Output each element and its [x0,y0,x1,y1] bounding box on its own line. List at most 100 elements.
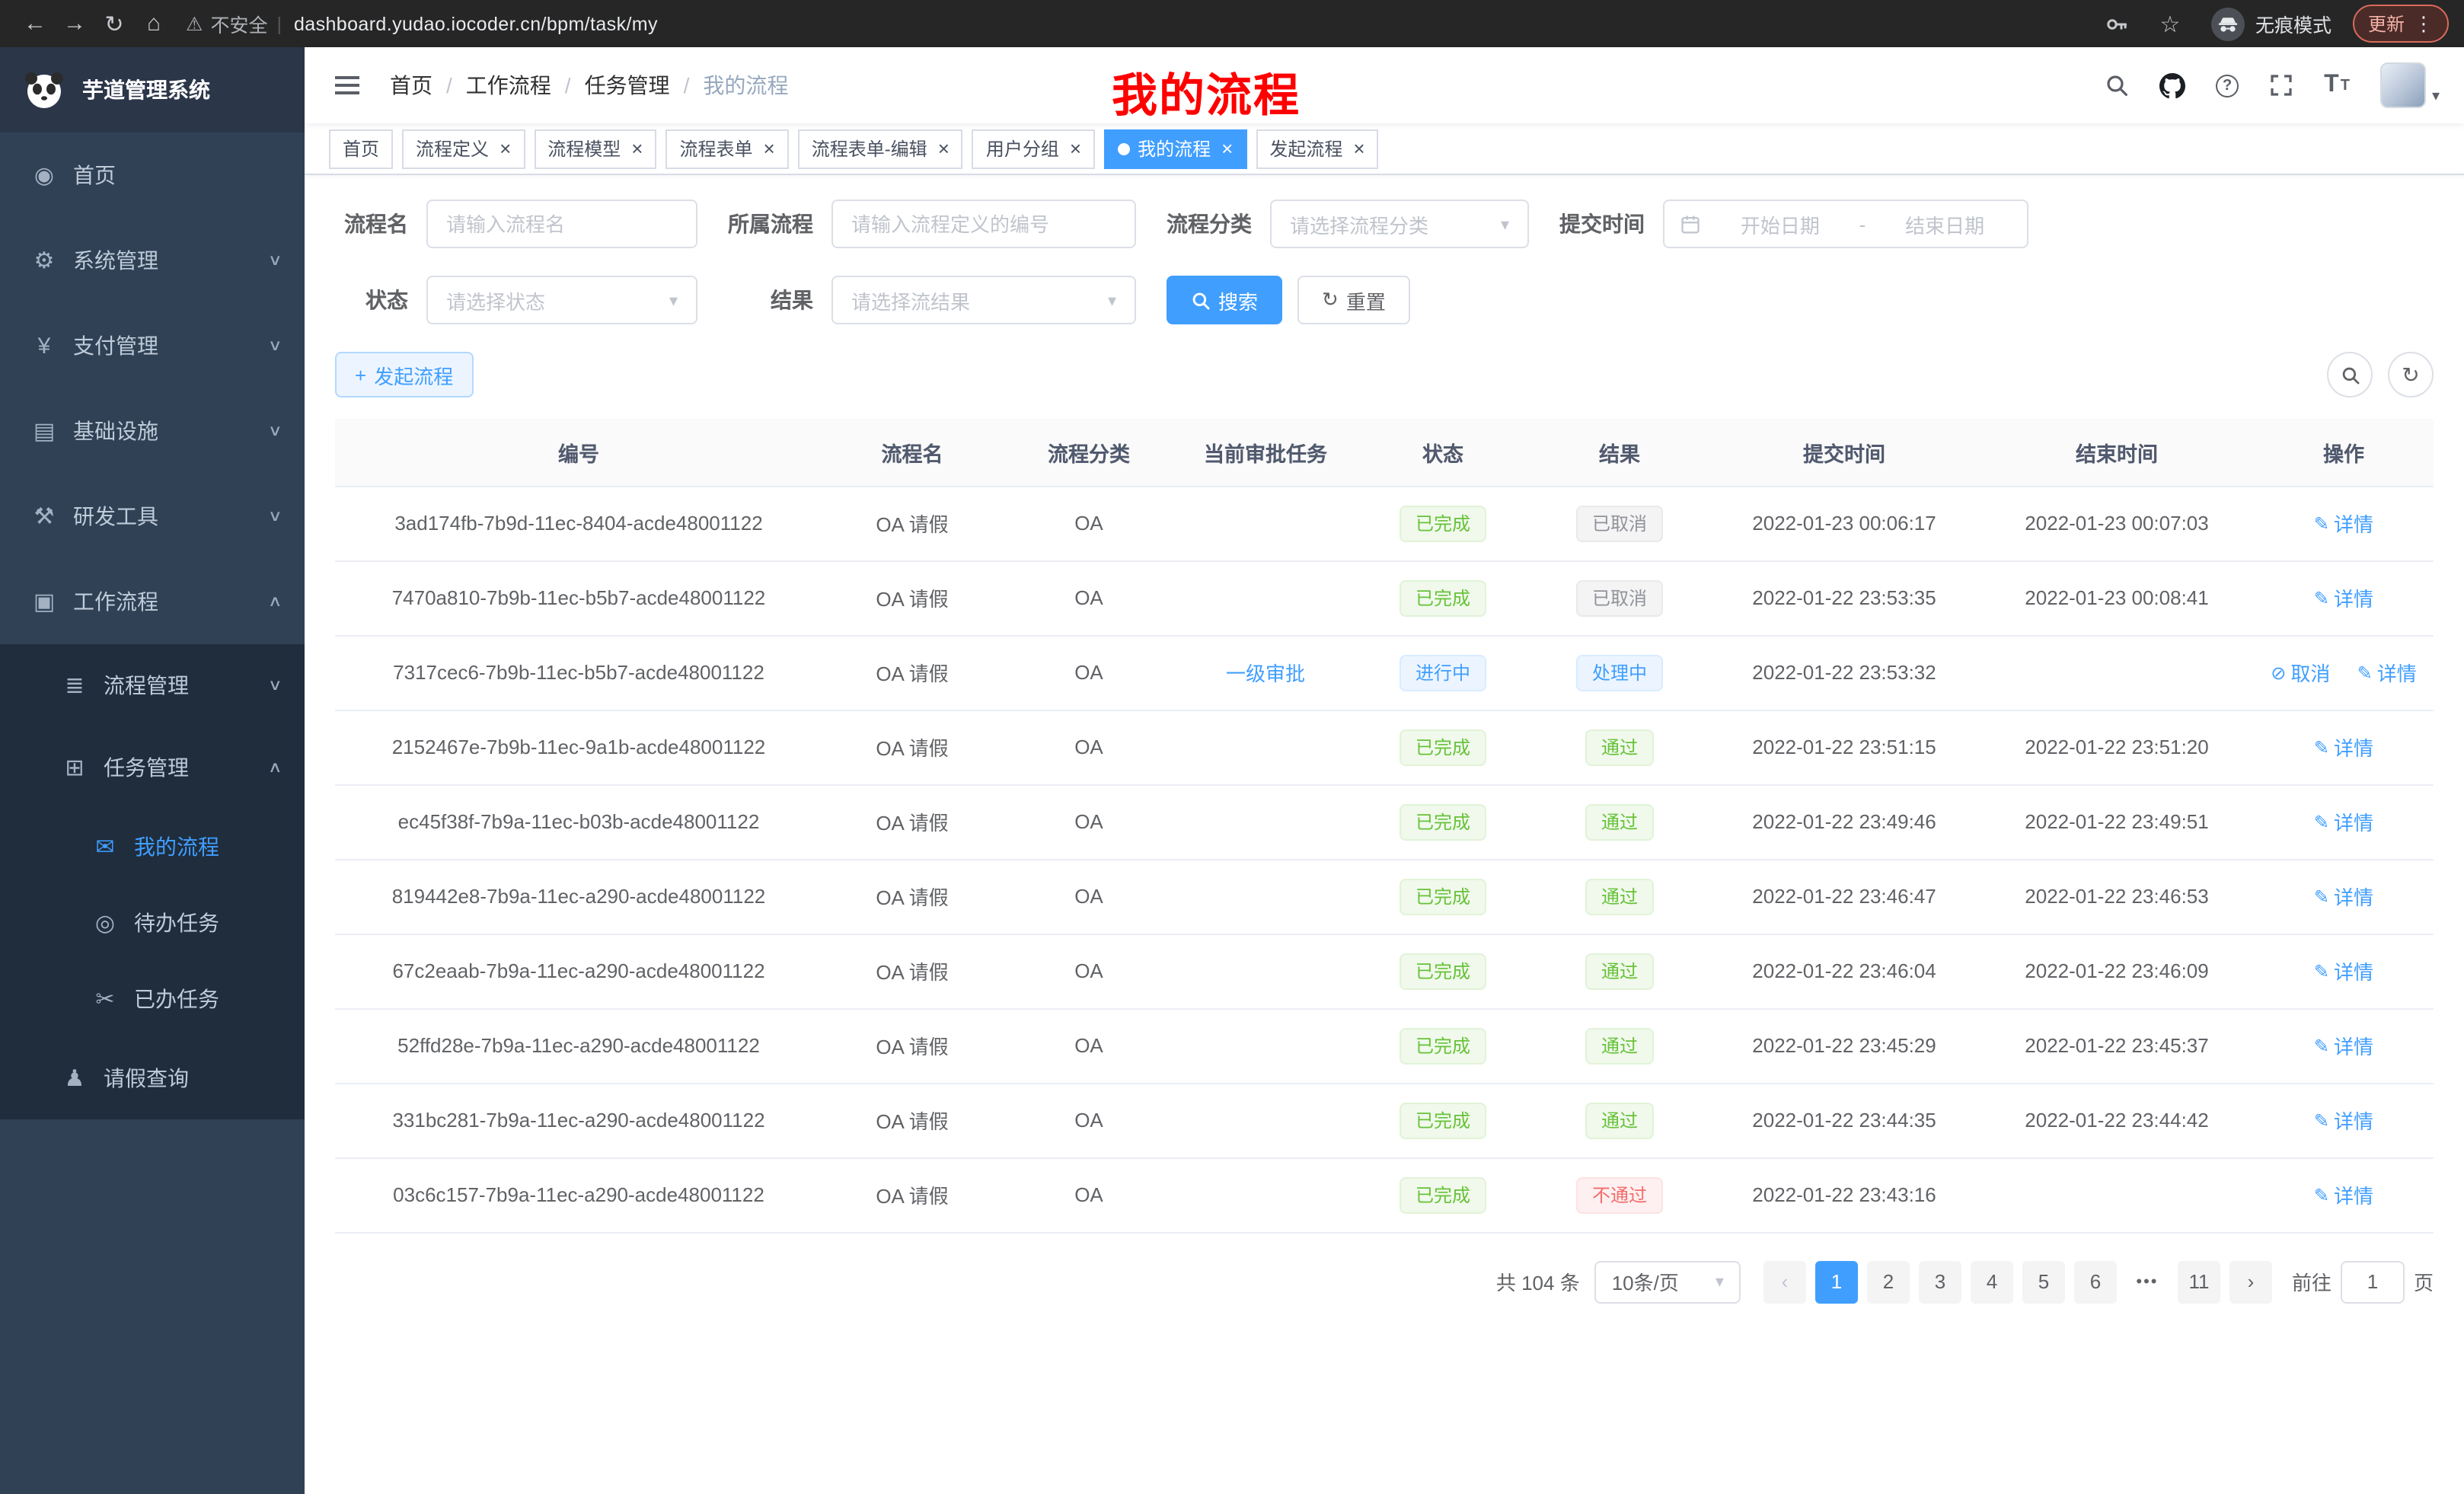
font-size-icon[interactable]: TT [2324,72,2350,99]
status-select[interactable]: 请选择状态 ▾ [426,276,697,324]
chevron-down-icon: ∨ [267,337,282,354]
sidebar-item-my-process[interactable]: ✉ 我的流程 [0,809,305,885]
process-category: OA [1074,1034,1103,1057]
user-avatar-menu[interactable]: ▾ [2380,62,2440,108]
current-task-link[interactable]: 一级审批 [1226,662,1305,685]
password-key-icon[interactable] [2105,11,2129,36]
page-tab[interactable]: 流程表单-编辑 × [798,129,963,168]
detail-link[interactable]: ✎ 详情 [2314,1031,2373,1060]
browser-reload-button[interactable]: ↻ [94,4,134,43]
total-count: 共 104 条 [1496,1267,1580,1296]
page-size-select[interactable]: 10条/页 ▾ [1595,1260,1741,1303]
breadcrumb-item[interactable]: 我的流程 [703,70,788,101]
detail-link[interactable]: ✎ 详情 [2314,956,2373,985]
submit-time-range-picker[interactable]: 开始日期 - 结束日期 [1663,200,2028,248]
bookmark-star-icon[interactable]: ☆ [2150,4,2190,43]
cancel-link[interactable]: ⊘ 取消 [2271,658,2330,687]
page-tab[interactable]: 流程表单 × [665,129,788,168]
page-tab[interactable]: 发起流程 × [1256,129,1378,168]
page-jump-input[interactable] [2341,1260,2405,1303]
category-select[interactable]: 请选择流程分类 ▾ [1270,200,1529,248]
page-tab[interactable]: 用户分组 × [972,129,1095,168]
close-icon[interactable]: × [938,139,950,158]
close-icon[interactable]: × [1070,139,1081,158]
create-process-button[interactable]: + 发起流程 [335,352,473,397]
page-number-button[interactable]: 1 [1815,1260,1858,1303]
process-id: ec45f38f-7b9a-11ec-b03b-acde48001122 [398,810,760,833]
browser-back-button[interactable]: ← [15,4,55,43]
message-icon: ✉ [91,833,119,860]
fullscreen-icon[interactable] [2269,73,2293,97]
result-badge: 通过 [1586,1102,1653,1138]
detail-link[interactable]: ✎ 详情 [2314,807,2373,836]
detail-link[interactable]: ✎ 详情 [2314,1106,2373,1135]
top-navbar: 首页 / 工作流程 / 任务管理 / 我的流程 我的流程 [305,47,2464,123]
breadcrumb-item[interactable]: 任务管理 / [585,70,704,101]
sidebar-item-devtools[interactable]: ⚒ 研发工具 ∨ [0,474,305,559]
sidebar-item-task-management[interactable]: ⊞ 任务管理 ∧ [0,726,305,809]
close-icon[interactable]: × [764,139,775,158]
search-button[interactable]: 搜索 [1167,276,1282,324]
status-badge: 已完成 [1400,1102,1486,1138]
page-number-button[interactable]: 2 [1867,1260,1910,1303]
next-page-button[interactable]: › [2229,1260,2272,1303]
page-tab[interactable]: 首页 [329,129,393,168]
process-category: OA [1074,1109,1103,1132]
search-icon [1191,290,1211,310]
sidebar-item-workflow[interactable]: ▣ 工作流程 ∧ [0,559,305,644]
page-number-button[interactable]: 5 [2022,1260,2065,1303]
page-number-button[interactable]: 3 [1919,1260,1961,1303]
help-icon[interactable]: ? [2216,74,2239,97]
sidebar-item-todo-tasks[interactable]: ◎ 待办任务 [0,885,305,961]
process-name-input[interactable] [426,200,697,248]
breadcrumb-item[interactable]: 首页 / [390,70,466,101]
detail-link[interactable]: ✎ 详情 [2357,658,2417,687]
address-bar[interactable]: dashboard.yudao.iocoder.cn/bpm/task/my [294,13,658,34]
page-number-button[interactable]: 6 [2074,1260,2117,1303]
browser-menu-dots-icon[interactable]: ⋮ [2414,11,2434,36]
sidebar-item-process-management[interactable]: ≣ 流程管理 ∨ [0,644,305,726]
refresh-table-button[interactable]: ↻ [2388,352,2434,397]
status-label: 状态 [335,285,408,315]
result-select[interactable]: 请选择流结果 ▾ [831,276,1136,324]
end-date-placeholder: 结束日期 [1878,209,2012,238]
browser-update-menu[interactable]: 更新 ⋮ [2353,5,2449,43]
page-number-button[interactable]: ••• [2126,1260,2169,1303]
status-badge: 进行中 [1400,654,1486,691]
page-number-button[interactable]: 4 [1971,1260,2013,1303]
detail-link[interactable]: ✎ 详情 [2314,583,2373,612]
browser-home-button[interactable]: ⌂ [134,4,174,43]
sidebar-item-leave-query[interactable]: ♟ 请假查询 [0,1037,305,1119]
browser-forward-button[interactable]: → [55,4,94,43]
detail-link[interactable]: ✎ 详情 [2314,1180,2373,1209]
workflow-submenu: ≣ 流程管理 ∨ ⊞ 任务管理 ∧ ✉ 我的流程 ◎ [0,644,305,1119]
detail-link[interactable]: ✎ 详情 [2314,733,2373,761]
detail-link[interactable]: ✎ 详情 [2314,882,2373,911]
sidebar-item-home[interactable]: ◉ 首页 [0,132,305,218]
close-icon[interactable]: × [1221,139,1233,158]
sidebar-toggle-button[interactable] [329,67,365,104]
breadcrumb-item[interactable]: 工作流程 / [466,70,585,101]
cancel-icon: ⊘ [2271,662,2286,683]
page-tab[interactable]: 我的流程 × [1104,129,1246,168]
sidebar-item-system[interactable]: ⚙ 系统管理 ∨ [0,218,305,303]
close-icon[interactable]: × [500,139,511,158]
prev-page-button[interactable]: ‹ [1763,1260,1806,1303]
sidebar-item-done-tasks[interactable]: ✂ 已办任务 [0,961,305,1037]
close-icon[interactable]: × [631,139,643,158]
search-icon[interactable] [2105,73,2129,97]
close-icon[interactable]: × [1353,139,1364,158]
github-icon[interactable] [2159,72,2185,98]
page-number-button[interactable]: 11 [2178,1260,2220,1303]
page-tab[interactable]: 流程模型 × [534,129,656,168]
reset-button[interactable]: ↻ 重置 [1297,276,1410,324]
sidebar-item-infrastructure[interactable]: ▤ 基础设施 ∨ [0,388,305,474]
submit-time: 2022-01-22 23:53:32 [1752,661,1936,684]
page-tab[interactable]: 流程定义 × [402,129,525,168]
security-indicator[interactable]: ⚠ 不安全 [186,9,267,38]
sidebar-item-payment[interactable]: ¥ 支付管理 ∨ [0,303,305,388]
avatar[interactable] [2380,62,2426,108]
process-def-input[interactable] [831,200,1136,248]
toggle-search-button[interactable] [2327,352,2373,397]
detail-link[interactable]: ✎ 详情 [2314,509,2373,538]
